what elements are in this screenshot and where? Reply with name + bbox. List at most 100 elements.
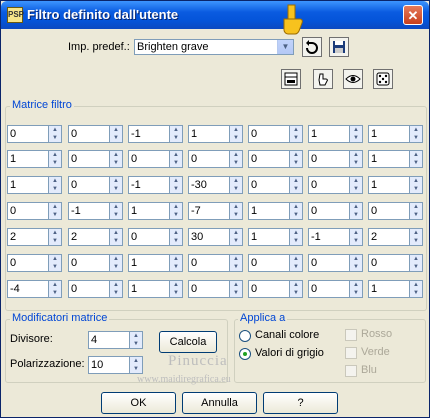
spin-down-icon[interactable]: ▼: [110, 185, 122, 193]
calculate-button[interactable]: Calcola: [159, 331, 217, 353]
spin-down-icon[interactable]: ▼: [110, 237, 122, 245]
help-button[interactable]: ?: [263, 392, 338, 414]
matrix-cell-spin-arrows[interactable]: ▲ ▼: [170, 125, 183, 143]
spin-down-icon[interactable]: ▼: [110, 134, 122, 142]
spin-down-icon[interactable]: ▼: [350, 237, 362, 245]
spin-down-icon[interactable]: ▼: [410, 185, 422, 193]
matrix-cell-input[interactable]: [248, 125, 290, 143]
spin-up-icon[interactable]: ▲: [110, 281, 122, 289]
matrix-cell-spinner[interactable]: ▲▼: [128, 280, 183, 298]
blue-checkbox[interactable]: [345, 365, 357, 377]
preset-select[interactable]: Brighten grave ▼: [134, 39, 294, 55]
spin-up-icon[interactable]: ▲: [410, 203, 422, 211]
matrix-cell-spinner[interactable]: ▲▼: [368, 125, 423, 143]
matrix-cell-spin-arrows[interactable]: ▲ ▼: [230, 228, 243, 246]
spin-down-icon[interactable]: ▼: [170, 185, 182, 193]
reset-arrow-button[interactable]: [302, 37, 322, 57]
spin-down-icon[interactable]: ▼: [290, 289, 302, 297]
spin-up-icon[interactable]: ▲: [49, 151, 61, 159]
green-checkbox[interactable]: [345, 347, 357, 359]
spin-up-icon[interactable]: ▲: [110, 203, 122, 211]
matrix-cell-spin-arrows[interactable]: ▲ ▼: [290, 125, 303, 143]
matrix-cell-spin-arrows[interactable]: ▲ ▼: [110, 254, 123, 272]
spin-down-icon[interactable]: ▼: [230, 263, 242, 271]
matrix-cell-spin-arrows[interactable]: ▲ ▼: [290, 202, 303, 220]
spin-up-icon[interactable]: ▲: [230, 126, 242, 134]
matrix-cell-spinner[interactable]: ▲▼: [248, 280, 303, 298]
matrix-cell-spin-arrows[interactable]: ▲ ▼: [49, 150, 62, 168]
spin-down-icon[interactable]: ▼: [290, 134, 302, 142]
spin-up-icon[interactable]: ▲: [230, 255, 242, 263]
spin-down-icon[interactable]: ▼: [49, 185, 61, 193]
matrix-cell-spin-arrows[interactable]: ▲ ▼: [170, 176, 183, 194]
spin-up-icon[interactable]: ▲: [49, 177, 61, 185]
matrix-cell-input[interactable]: [7, 228, 49, 246]
spin-up-icon[interactable]: ▲: [230, 151, 242, 159]
matrix-cell-spin-arrows[interactable]: ▲ ▼: [170, 280, 183, 298]
divisor-spin-arrows[interactable]: ▲ ▼: [130, 331, 143, 349]
spin-up-icon[interactable]: ▲: [290, 281, 302, 289]
matrix-cell-input[interactable]: [308, 228, 350, 246]
matrix-cell-spinner[interactable]: ▲▼: [368, 176, 423, 194]
matrix-cell-input[interactable]: [68, 125, 110, 143]
spin-up-icon[interactable]: ▲: [350, 126, 362, 134]
spin-down-icon[interactable]: ▼: [230, 237, 242, 245]
matrix-cell-input[interactable]: [308, 176, 350, 194]
matrix-cell-input[interactable]: [248, 150, 290, 168]
spin-down-icon[interactable]: ▼: [49, 263, 61, 271]
spin-down-icon[interactable]: ▼: [410, 263, 422, 271]
red-checkbox[interactable]: [345, 329, 357, 341]
color-channels-label[interactable]: Canali colore: [255, 329, 319, 341]
matrix-cell-spinner[interactable]: ▲▼: [368, 254, 423, 272]
spin-down-icon[interactable]: ▼: [170, 237, 182, 245]
matrix-cell-spin-arrows[interactable]: ▲ ▼: [230, 280, 243, 298]
spin-up-icon[interactable]: ▲: [49, 229, 61, 237]
divisor-input[interactable]: [88, 331, 130, 349]
spin-down-icon[interactable]: ▼: [110, 211, 122, 219]
spin-up-icon[interactable]: ▲: [230, 177, 242, 185]
ok-button[interactable]: OK: [101, 392, 176, 414]
matrix-cell-input[interactable]: [248, 228, 290, 246]
spin-up-icon[interactable]: ▲: [110, 126, 122, 134]
matrix-cell-input[interactable]: [368, 202, 410, 220]
matrix-cell-spinner[interactable]: ▲▼: [188, 125, 243, 143]
spin-up-icon[interactable]: ▲: [230, 281, 242, 289]
matrix-cell-spinner[interactable]: ▲▼: [188, 150, 243, 168]
matrix-cell-spinner[interactable]: ▲▼: [128, 125, 183, 143]
matrix-cell-spinner[interactable]: ▲▼: [308, 228, 363, 246]
matrix-cell-spin-arrows[interactable]: ▲ ▼: [290, 228, 303, 246]
matrix-cell-input[interactable]: [308, 254, 350, 272]
spin-up-icon[interactable]: ▲: [350, 177, 362, 185]
spin-up-icon[interactable]: ▲: [410, 281, 422, 289]
spin-down-icon[interactable]: ▼: [170, 159, 182, 167]
matrix-cell-input[interactable]: [7, 280, 49, 298]
matrix-cell-input[interactable]: [308, 280, 350, 298]
matrix-cell-input[interactable]: [188, 254, 230, 272]
matrix-cell-spin-arrows[interactable]: ▲ ▼: [170, 228, 183, 246]
matrix-cell-spinner[interactable]: ▲▼: [308, 280, 363, 298]
spin-up-icon[interactable]: ▲: [410, 255, 422, 263]
spin-down-icon[interactable]: ▼: [350, 185, 362, 193]
matrix-cell-spinner[interactable]: ▲▼: [7, 150, 62, 168]
matrix-cell-spin-arrows[interactable]: ▲ ▼: [170, 254, 183, 272]
spin-up-icon[interactable]: ▲: [410, 177, 422, 185]
spin-up-icon[interactable]: ▲: [350, 229, 362, 237]
spin-up-icon[interactable]: ▲: [350, 281, 362, 289]
matrix-cell-spin-arrows[interactable]: ▲ ▼: [350, 150, 363, 168]
matrix-cell-input[interactable]: [128, 150, 170, 168]
matrix-cell-spinner[interactable]: ▲▼: [7, 125, 62, 143]
matrix-cell-spinner[interactable]: ▲▼: [7, 254, 62, 272]
matrix-cell-spinner[interactable]: ▲▼: [7, 202, 62, 220]
matrix-cell-spinner[interactable]: ▲▼: [368, 202, 423, 220]
matrix-cell-input[interactable]: [188, 280, 230, 298]
spin-up-icon[interactable]: ▲: [230, 229, 242, 237]
matrix-cell-spinner[interactable]: ▲▼: [68, 150, 123, 168]
spin-up-icon[interactable]: ▲: [170, 151, 182, 159]
spin-down-icon[interactable]: ▼: [290, 211, 302, 219]
matrix-cell-input[interactable]: [128, 228, 170, 246]
matrix-cell-spinner[interactable]: ▲▼: [68, 254, 123, 272]
spin-down-icon[interactable]: ▼: [410, 289, 422, 297]
spin-down-icon[interactable]: ▼: [230, 289, 242, 297]
matrix-cell-spin-arrows[interactable]: ▲ ▼: [49, 125, 62, 143]
spin-down-icon[interactable]: ▼: [290, 237, 302, 245]
